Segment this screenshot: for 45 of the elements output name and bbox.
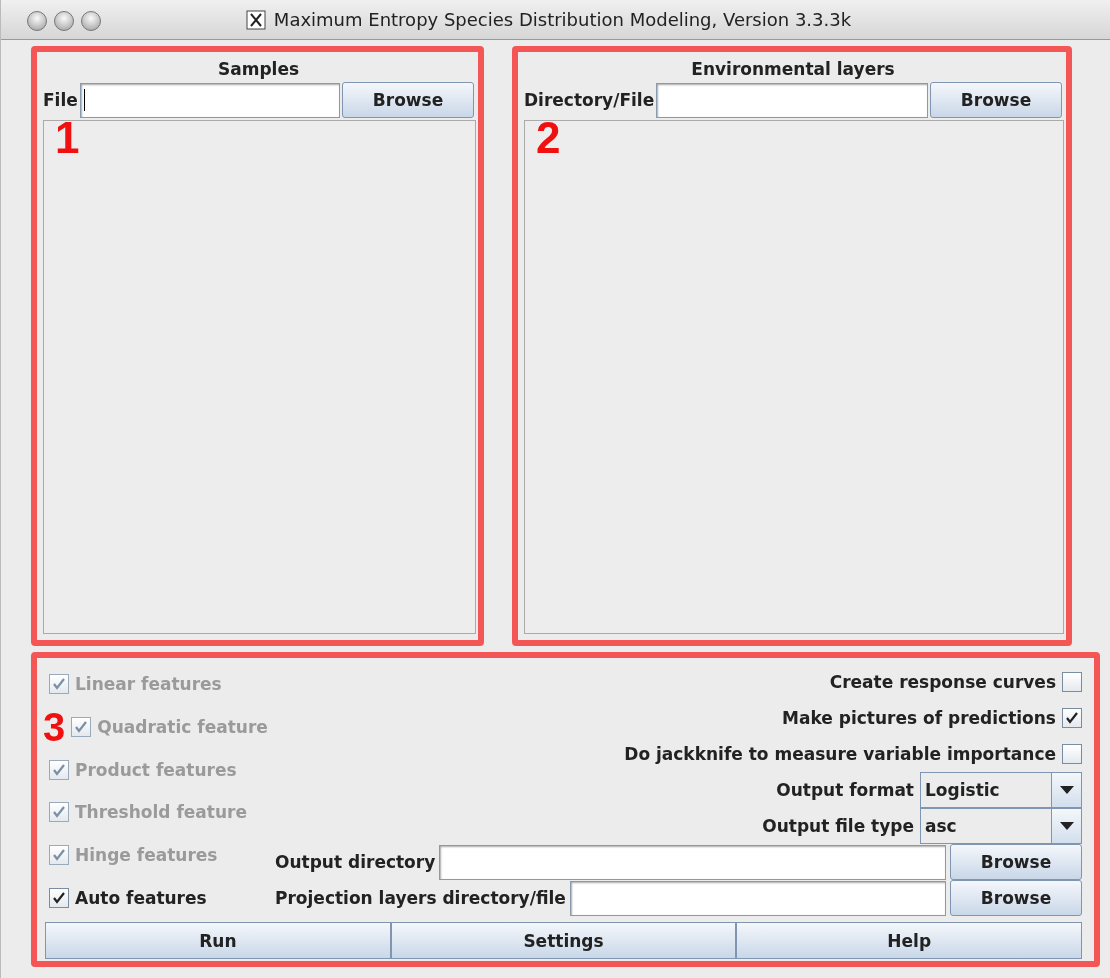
path-field[interactable]: [656, 82, 928, 118]
browse-button[interactable]: Browse: [342, 82, 474, 118]
action-button[interactable]: Help: [736, 922, 1082, 959]
checkbox[interactable]: [1062, 672, 1082, 692]
window-control-icon[interactable]: [81, 11, 101, 31]
checkbox-label: Quadratic feature: [97, 716, 268, 737]
checkbox[interactable]: [49, 888, 69, 908]
browse-button[interactable]: Browse: [950, 844, 1082, 880]
checkbox-label: Do jackknife to measure variable importance: [624, 744, 1056, 764]
action-button[interactable]: Run: [45, 922, 391, 959]
path-field[interactable]: [79, 82, 340, 118]
checkbox[interactable]: [1062, 708, 1082, 728]
checkbox-label: Linear features: [75, 674, 222, 694]
checkbox-label: Make pictures of predictions: [782, 708, 1056, 728]
field-label: Output file type: [762, 816, 914, 836]
checkbox-label: Threshold feature: [75, 802, 247, 823]
checkbox[interactable]: [1062, 744, 1082, 764]
text-caret: [83, 89, 85, 111]
section-heading: Environmental layers: [690, 58, 896, 81]
field-label: Output directory: [275, 852, 436, 872]
window-title: Maximum Entropy Species Distribution Modeling, Version 3.3.3k: [273, 9, 852, 30]
checkbox-label: Hinge features: [75, 845, 218, 866]
checkbox-label: Create response curves: [829, 672, 1056, 692]
annotation-number: 2: [536, 116, 561, 160]
action-button[interactable]: Settings: [390, 922, 737, 959]
window-control-icon[interactable]: [54, 11, 74, 31]
field-label: Directory/File: [524, 90, 655, 110]
section-heading: Samples: [216, 58, 301, 81]
annotation-number: 3: [43, 706, 66, 747]
dropdown[interactable]: Logistic: [920, 772, 1082, 808]
checkbox-label: Auto features: [75, 888, 207, 908]
field-label: Output format: [776, 780, 914, 800]
browse-button[interactable]: Browse: [950, 880, 1082, 916]
window-control-icon[interactable]: [27, 11, 47, 31]
path-field[interactable]: [439, 844, 946, 880]
field-label: File: [43, 90, 78, 110]
dropdown[interactable]: asc: [920, 808, 1082, 844]
checkbox-label: Product features: [75, 759, 237, 780]
annotation-number: 1: [55, 116, 80, 160]
caret-icon: [1059, 786, 1074, 794]
path-field[interactable]: [569, 880, 946, 916]
field-label: Projection layers directory/file: [275, 888, 566, 908]
x-window-icon: [245, 9, 266, 30]
browse-button[interactable]: Browse: [930, 82, 1062, 118]
caret-icon: [1059, 822, 1074, 830]
